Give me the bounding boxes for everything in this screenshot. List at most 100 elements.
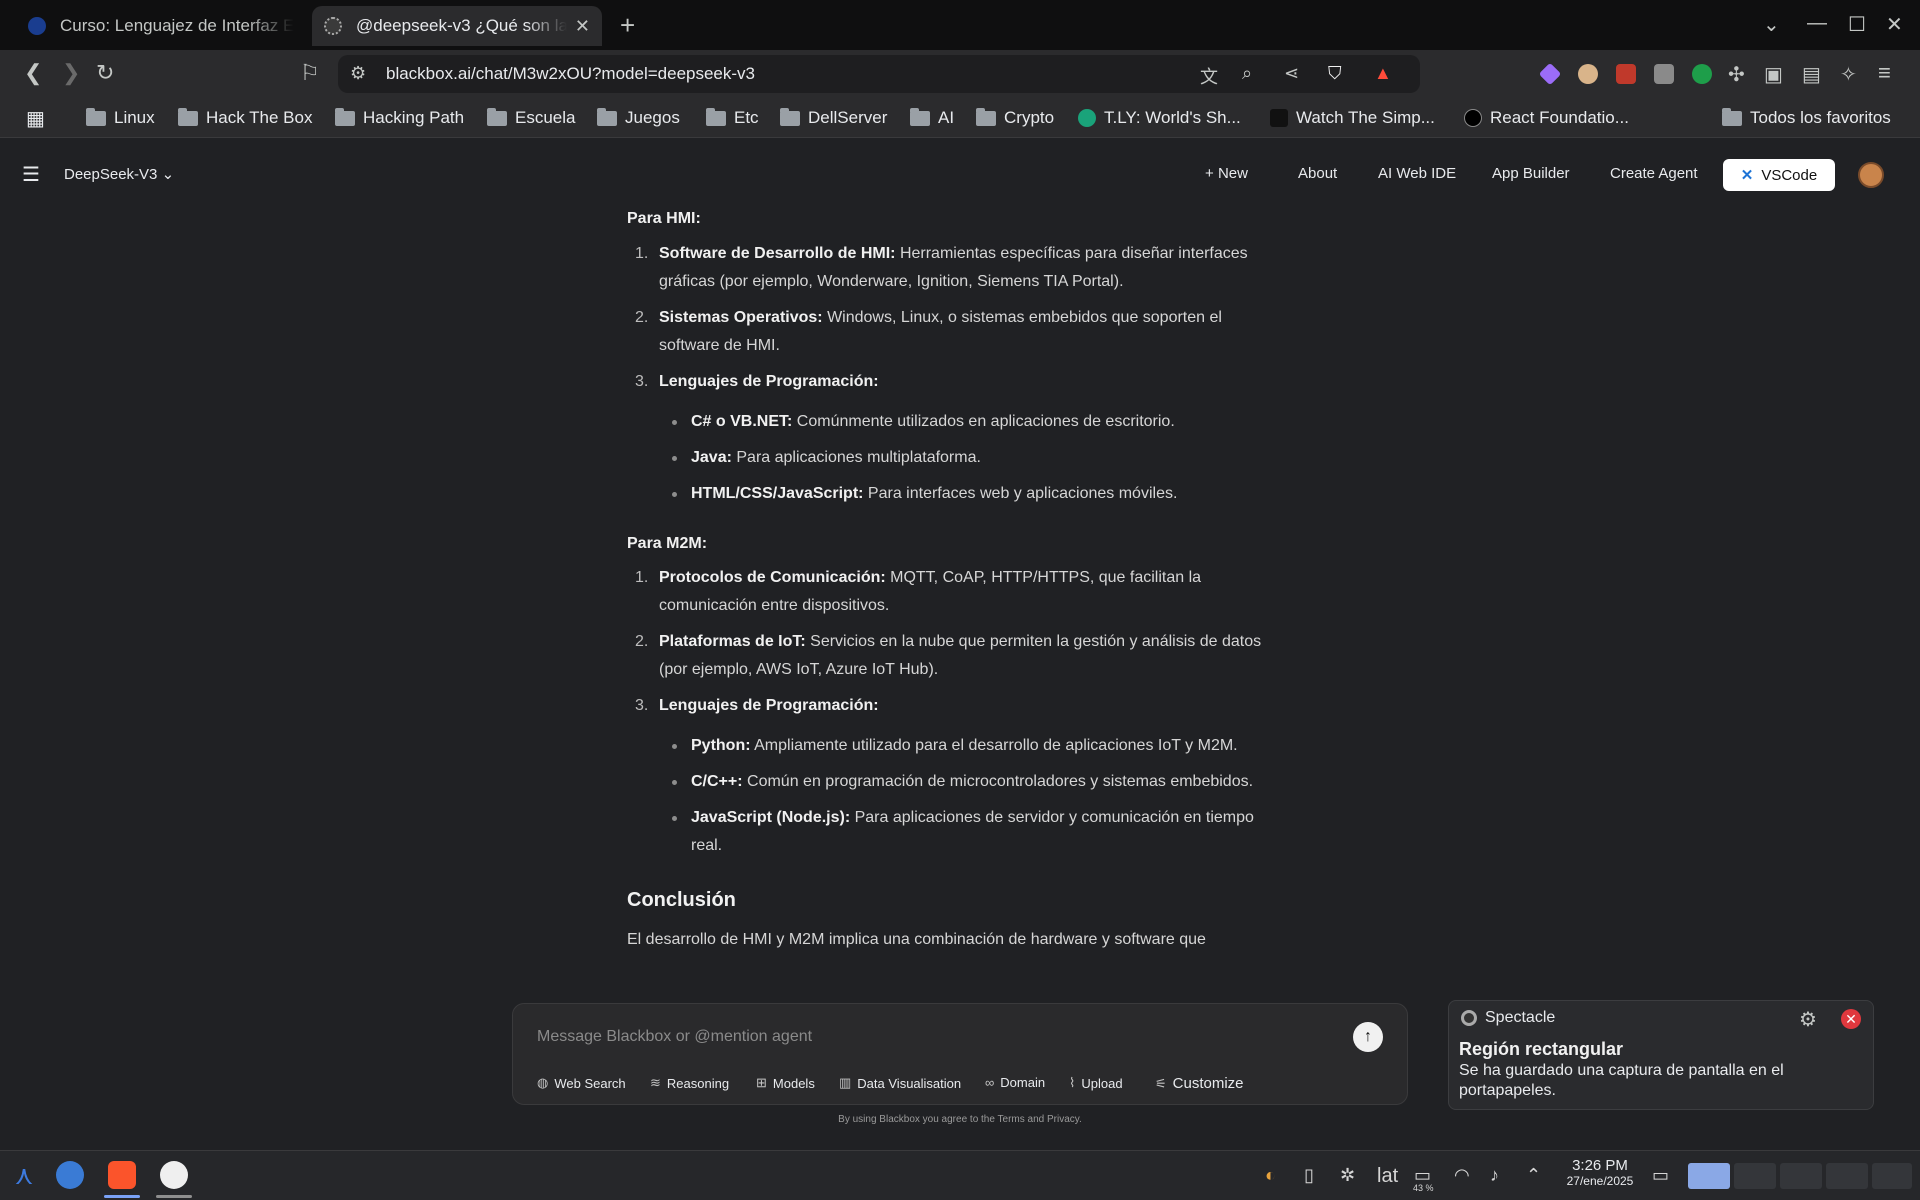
bookmark-hacking-path[interactable]: Hacking Path: [335, 107, 464, 128]
virtual-desktop-5[interactable]: [1872, 1163, 1912, 1189]
sliders-icon: ⚟: [1155, 1075, 1167, 1091]
url-text[interactable]: blackbox.ai/chat/M3w2xOU?model=deepseek-…: [386, 64, 755, 84]
leo-ai-icon[interactable]: ✧: [1840, 62, 1857, 87]
extension-copy-icon[interactable]: [1654, 64, 1674, 84]
message-composer: Message Blackbox or @mention agent ↑ ◍ We…: [512, 1003, 1408, 1105]
bookmark-simpsons[interactable]: Watch The Simp...: [1270, 108, 1435, 128]
virtual-desktop-2[interactable]: [1734, 1163, 1776, 1189]
extension-owl-icon[interactable]: [1578, 64, 1598, 84]
main-menu-icon[interactable]: ≡: [1878, 60, 1891, 86]
tab-course[interactable]: Curso: Lenguajez de Interfaz E: [16, 6, 306, 46]
bookmark-linux[interactable]: Linux: [86, 107, 155, 128]
brave-shields-icon[interactable]: ⛉: [1328, 63, 1342, 84]
launcher-icon[interactable]: ⋏: [10, 1161, 38, 1189]
notification-settings-icon[interactable]: ⚙: [1799, 1007, 1817, 1032]
reload-icon[interactable]: ↻: [96, 60, 114, 86]
model-selector[interactable]: DeepSeek-V3 ⌄: [64, 165, 174, 183]
battery-indicator[interactable]: ▭43 %: [1413, 1165, 1434, 1193]
message-input[interactable]: Message Blackbox or @mention agent: [537, 1028, 812, 1046]
sidebar-menu-icon[interactable]: ☰: [22, 162, 40, 187]
address-bar[interactable]: ⚙ blackbox.ai/chat/M3w2xOU?model=deepsee…: [338, 55, 1420, 93]
virtual-desktop-3[interactable]: [1780, 1163, 1822, 1189]
new-tab-icon[interactable]: +: [620, 10, 635, 41]
create-agent-link[interactable]: Create Agent: [1610, 165, 1698, 182]
blackbox-favicon-icon: [324, 17, 342, 35]
reasoning-button[interactable]: ≋ Reasoning: [650, 1075, 729, 1091]
tab-title: @deepseek-v3 ¿Qué son la: [356, 16, 567, 35]
wallet-icon[interactable]: ▤: [1802, 62, 1821, 87]
system-settings-icon[interactable]: ✲: [1340, 1165, 1355, 1186]
show-desktop-icon[interactable]: ▭: [1652, 1165, 1669, 1186]
bookmark-icon[interactable]: ⚐: [300, 60, 320, 86]
bookmark-dellserver[interactable]: DellServer: [780, 107, 887, 128]
bookmark-react-foundations[interactable]: React Foundatio...: [1464, 108, 1629, 128]
sidebar-toggle-icon[interactable]: ▣: [1764, 62, 1783, 87]
bookmark-all-favorites[interactable]: Todos los favoritos: [1722, 107, 1891, 128]
site-settings-icon[interactable]: ⚙: [350, 63, 366, 84]
maximize-icon[interactable]: ☐: [1848, 12, 1866, 37]
close-tab-icon[interactable]: ✕: [575, 16, 590, 37]
back-icon[interactable]: ❮: [24, 60, 42, 86]
obsidian-icon[interactable]: [160, 1161, 188, 1189]
app-header: ☰ DeepSeek-V3 ⌄ + New About AI Web IDE A…: [0, 138, 1920, 210]
volume-icon[interactable]: ♪: [1490, 1165, 1499, 1186]
extension-leaf-icon[interactable]: [1692, 64, 1712, 84]
clock[interactable]: 3:26 PM 27/ene/2025: [1560, 1157, 1640, 1188]
virtual-desktop-1[interactable]: [1688, 1163, 1730, 1189]
bookmark-hack-the-box[interactable]: Hack The Box: [178, 107, 312, 128]
data-visualisation-button[interactable]: ▥ Data Visualisation: [839, 1075, 961, 1091]
new-chat-button[interactable]: + New: [1205, 165, 1248, 182]
extensions-puzzle-icon[interactable]: ✣: [1728, 62, 1745, 87]
ai-web-ide-link[interactable]: AI Web IDE: [1378, 165, 1456, 182]
wifi-icon[interactable]: ◠: [1454, 1165, 1470, 1186]
bookmark-crypto[interactable]: Crypto: [976, 107, 1054, 128]
tray-expand-icon[interactable]: ⌃: [1526, 1165, 1541, 1186]
tab-search-chevron-icon[interactable]: ⌄: [1763, 12, 1780, 37]
list-item: 1. Software de Desarrollo de HMI: Herrami…: [635, 245, 1248, 290]
models-button[interactable]: ⊞ Models: [756, 1075, 815, 1091]
bookmark-juegos[interactable]: Juegos: [597, 107, 680, 128]
upload-button[interactable]: ⌇ Upload: [1069, 1075, 1123, 1091]
spectacle-notification[interactable]: Spectacle ⚙ ✕ Región rectangular Se ha g…: [1448, 1000, 1874, 1110]
user-avatar[interactable]: [1858, 162, 1884, 188]
folder-icon: [178, 107, 198, 126]
dolphin-icon[interactable]: [56, 1161, 84, 1189]
brave-browser-icon[interactable]: [108, 1161, 136, 1189]
minimize-icon[interactable]: —: [1807, 12, 1827, 35]
notification-body: Se ha guardado una captura de pantalla e…: [1459, 1062, 1784, 1099]
folder-icon: [1722, 107, 1742, 126]
browser-toolbar: ❮ ❯ ↻ ⚐ ⚙ blackbox.ai/chat/M3w2xOU?model…: [0, 50, 1920, 98]
customize-button[interactable]: ⚟ Customize: [1155, 1075, 1244, 1092]
virtual-desktop-4[interactable]: [1826, 1163, 1868, 1189]
bookmark-tly[interactable]: T.LY: World's Sh...: [1078, 108, 1241, 128]
extension-diamond-icon[interactable]: [1538, 62, 1562, 86]
vscode-button[interactable]: ✕ VSCode: [1723, 159, 1835, 191]
grid-icon: ⊞: [756, 1075, 767, 1090]
send-button[interactable]: ↑: [1353, 1022, 1383, 1052]
color-picker-icon[interactable]: ◐: [1265, 1165, 1276, 1186]
brave-rewards-icon[interactable]: ▲: [1374, 63, 1392, 84]
keyboard-layout[interactable]: lat: [1377, 1165, 1398, 1188]
web-search-button[interactable]: ◍ Web Search: [537, 1075, 626, 1091]
list-item: C/C++: Común en programación de microcon…: [627, 768, 1277, 796]
close-window-icon[interactable]: ✕: [1886, 12, 1903, 37]
forward-icon[interactable]: ❯: [62, 60, 80, 86]
tab-deepseek[interactable]: @deepseek-v3 ¿Qué son la ✕: [312, 6, 602, 46]
apps-grid-icon[interactable]: ▦: [26, 106, 45, 131]
bookmark-etc[interactable]: Etc: [706, 107, 759, 128]
domain-button[interactable]: ∞ Domain: [985, 1075, 1045, 1090]
about-link[interactable]: About: [1298, 165, 1337, 182]
clipboard-icon[interactable]: ▯: [1304, 1165, 1314, 1186]
layers-icon: ≋: [650, 1075, 661, 1090]
bookmark-ai[interactable]: AI: [910, 107, 954, 128]
app-builder-link[interactable]: App Builder: [1492, 165, 1570, 182]
extension-ublock-icon[interactable]: [1616, 64, 1636, 84]
zoom-icon[interactable]: ⌕: [1242, 63, 1252, 84]
folder-icon: [780, 107, 800, 126]
notification-close-icon[interactable]: ✕: [1841, 1009, 1861, 1029]
bar-chart-icon: ▥: [839, 1075, 852, 1090]
translate-icon[interactable]: 文: [1200, 63, 1218, 89]
list-item: 3. Lenguajes de Programación:: [635, 697, 879, 714]
share-icon[interactable]: ⋖: [1284, 63, 1299, 84]
bookmark-escuela[interactable]: Escuela: [487, 107, 575, 128]
